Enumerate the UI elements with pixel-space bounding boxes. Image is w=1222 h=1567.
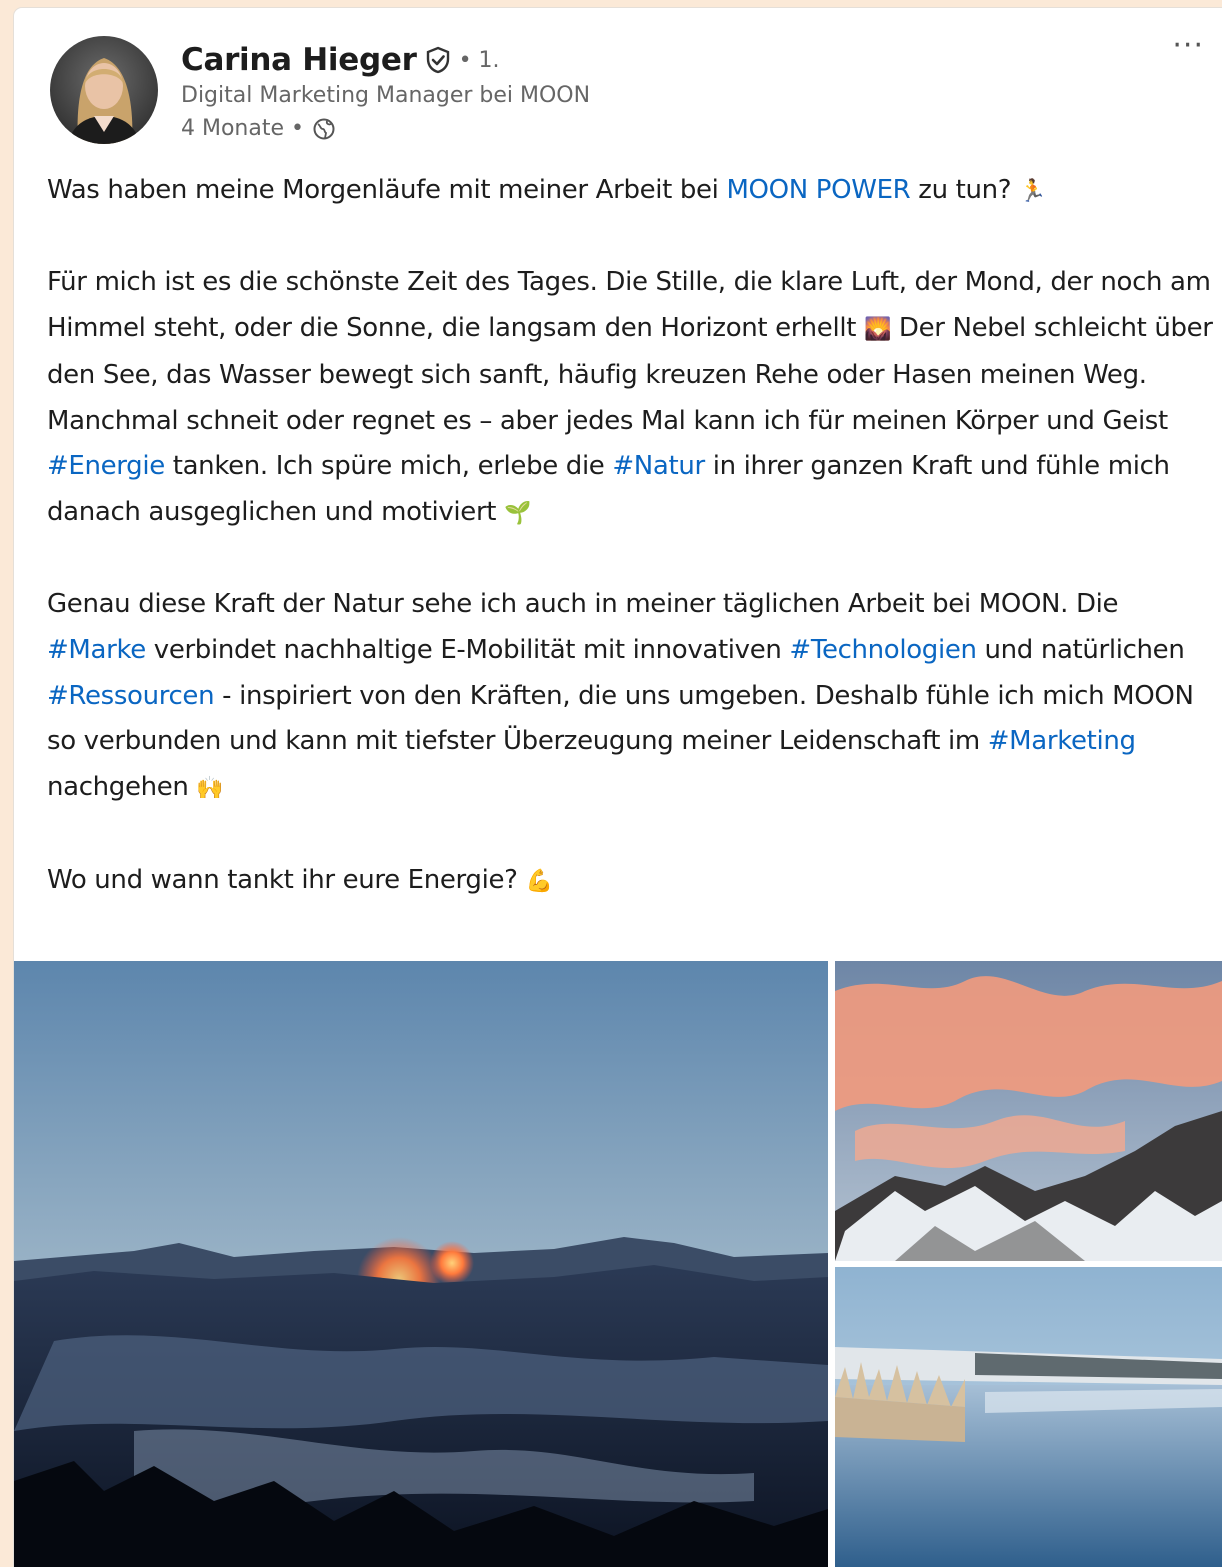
hashtag-marketing-link[interactable]: #Marketing xyxy=(988,726,1136,756)
paragraph-2: Für mich ist es die schönste Zeit des Ta… xyxy=(47,260,1215,536)
post-meta: 4 Monate • xyxy=(181,116,336,141)
connection-degree: • 1. xyxy=(458,47,500,73)
text-segment: nachgehen xyxy=(47,772,197,803)
post-images xyxy=(14,961,1222,1567)
hashtag-energie-link[interactable]: #Energie xyxy=(47,451,165,481)
post-text: Was haben meine Morgenläufe mit meiner A… xyxy=(47,168,1215,904)
text-segment: Wo und wann tankt ihr eure Energie? xyxy=(47,864,526,895)
more-options-button[interactable]: ··· xyxy=(1172,31,1204,61)
text-segment: verbindet nachhaltige E-Mobilität mit in… xyxy=(145,635,790,665)
seedling-emoji: 🌱 xyxy=(504,500,532,526)
hashtag-ressourcen-link[interactable]: #Ressourcen xyxy=(47,681,215,711)
paragraph-3: Genau diese Kraft der Natur sehe ich auc… xyxy=(47,582,1215,812)
text-segment: Was haben meine Morgenläufe mit meiner A… xyxy=(47,175,727,205)
avatar[interactable] xyxy=(50,36,158,144)
sunrise-emoji: 🌄 xyxy=(863,317,892,343)
paragraph-1: Was haben meine Morgenläufe mit meiner A… xyxy=(47,168,1215,215)
author-headline: Digital Marketing Manager bei MOON xyxy=(181,83,591,108)
lake-reflection-photo[interactable] xyxy=(835,1267,1222,1567)
raised-hands-emoji: 🙌 xyxy=(196,776,224,802)
post-time: 4 Monate • xyxy=(181,116,304,141)
author-name[interactable]: Carina Hieger xyxy=(181,42,417,78)
text-segment: und natürlichen xyxy=(976,635,1185,665)
company-mention-link[interactable]: MOON POWER xyxy=(726,175,910,205)
hashtag-technologien-link[interactable]: #Technologien xyxy=(789,635,977,665)
hashtag-marke-link[interactable]: #Marke xyxy=(47,635,146,665)
shield-check-icon xyxy=(425,46,451,74)
more-horizontal-icon: ··· xyxy=(1172,28,1204,63)
text-segment: Genau diese Kraft der Natur sehe ich auc… xyxy=(47,589,1119,620)
hashtag-natur-link[interactable]: #Natur xyxy=(612,451,705,481)
text-segment: zu tun? xyxy=(910,175,1020,205)
author-line: Carina Hieger • 1. xyxy=(181,42,500,78)
runner-emoji: 🏃 xyxy=(1019,179,1047,204)
post-card: Carina Hieger • 1. Digital Marketing Man… xyxy=(14,8,1222,1567)
flexed-biceps-emoji: 💪 xyxy=(525,868,553,894)
paragraph-4: Wo und wann tankt ihr eure Energie? 💪 xyxy=(47,858,1215,905)
pink-sky-mountain-photo[interactable] xyxy=(835,961,1222,1261)
globe-icon xyxy=(312,117,336,141)
sunrise-mountain-photo[interactable] xyxy=(14,961,828,1567)
text-segment: tanken. Ich spüre mich, erlebe die xyxy=(164,451,613,482)
